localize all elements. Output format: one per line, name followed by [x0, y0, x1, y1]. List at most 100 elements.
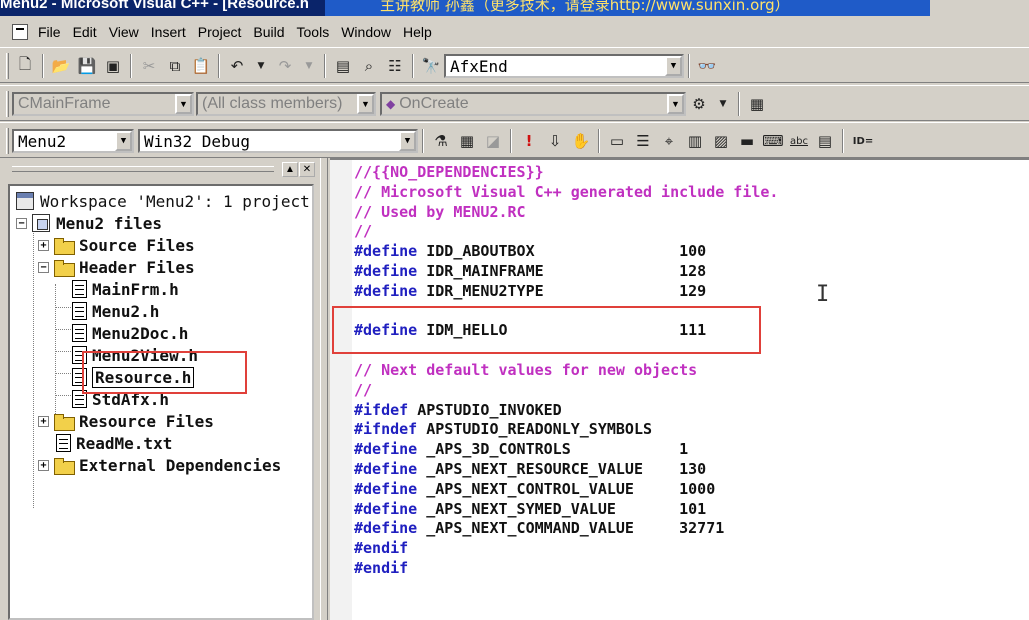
code-identifier: _APS_NEXT_CONTROL_VALUE: [426, 479, 634, 498]
chevron-down-icon[interactable]: ▼: [399, 131, 416, 151]
chevron-down-icon[interactable]: ▼: [667, 94, 684, 114]
undo-icon[interactable]: ↶: [224, 53, 250, 79]
compile-icon[interactable]: ⚗: [428, 128, 454, 154]
code-line: #define IDR_MENU2TYPE 129: [354, 282, 778, 302]
tree-header-files[interactable]: − Header Files: [38, 256, 195, 278]
chevron-down-icon[interactable]: ▼: [115, 131, 132, 151]
go-icon[interactable]: ⇩: [542, 128, 568, 154]
wizard-action-icon[interactable]: ⚙: [686, 91, 712, 117]
string-table-icon[interactable]: abc: [786, 128, 812, 154]
workspace-window-icon[interactable]: ▤: [330, 53, 356, 79]
tree-project[interactable]: − Menu2 files: [16, 212, 162, 234]
bitmap-editor-icon[interactable]: ▨: [708, 128, 734, 154]
output-window-icon[interactable]: ⌕: [356, 53, 382, 79]
workspace-pane-header: ▲ ✕: [0, 162, 318, 178]
filter-combo[interactable]: (All class members) ▼: [196, 92, 376, 116]
toolbar-grip[interactable]: [6, 91, 9, 117]
breakpoint-hand-icon[interactable]: ✋: [568, 128, 594, 154]
menu-edit[interactable]: Edit: [67, 19, 103, 45]
wizard-action-dropdown-icon[interactable]: ▼: [712, 91, 734, 117]
workspace-root-label: Workspace 'Menu2': 1 project(s): [40, 191, 314, 211]
tree-resource-files[interactable]: + Resource Files: [38, 410, 214, 432]
pane-splitter[interactable]: [320, 158, 328, 620]
chevron-down-icon[interactable]: ▼: [357, 94, 374, 114]
close-icon[interactable]: ✕: [299, 162, 315, 177]
redo-icon[interactable]: ↷: [272, 53, 298, 79]
member-combo[interactable]: ◆ OnCreate ▼: [380, 92, 686, 116]
window-title: Menu2 - Microsoft Visual C++ - [Resource…: [0, 0, 309, 12]
toolbar-editor-icon[interactable]: ▬: [734, 128, 760, 154]
find-combo[interactable]: AfxEnd ▼: [444, 54, 684, 78]
version-editor-icon[interactable]: ▤: [812, 128, 838, 154]
cursor-editor-icon[interactable]: ⌖: [656, 128, 682, 154]
save-all-icon[interactable]: ▣: [100, 53, 126, 79]
stop-build-icon[interactable]: ◪: [480, 128, 506, 154]
build-icon[interactable]: ▦: [454, 128, 480, 154]
menu-tools[interactable]: Tools: [291, 19, 336, 45]
paste-icon[interactable]: 📋: [188, 53, 214, 79]
undo-dropdown-icon[interactable]: ▼: [250, 53, 272, 79]
expand-icon[interactable]: +: [38, 239, 49, 251]
editor-gutter: [330, 160, 352, 620]
code-editor[interactable]: //{{NO_DEPENDENCIES}}// Microsoft Visual…: [330, 158, 1029, 620]
collapse-icon[interactable]: −: [38, 261, 49, 273]
menu-project[interactable]: Project: [192, 19, 248, 45]
cut-icon[interactable]: ✂: [136, 53, 162, 79]
code-line: #endif: [354, 559, 778, 579]
code-comment: // Microsoft Visual C++ generated includ…: [354, 182, 779, 201]
menu-insert[interactable]: Insert: [145, 19, 192, 45]
collapse-icon[interactable]: −: [16, 217, 27, 229]
pane-float-button[interactable]: ▲: [282, 162, 298, 177]
file-icon: [56, 434, 71, 452]
expand-icon[interactable]: +: [38, 459, 49, 471]
search-binoculars-icon[interactable]: 👓: [694, 53, 720, 79]
execute-icon[interactable]: !: [516, 128, 542, 154]
menu-build[interactable]: Build: [247, 19, 290, 45]
new-file-icon[interactable]: 🗋: [12, 53, 38, 79]
open-folder-icon[interactable]: 📂: [48, 53, 74, 79]
menu-view[interactable]: View: [103, 19, 145, 45]
pane-grip[interactable]: [12, 166, 274, 172]
tree-file-mainfrm[interactable]: MainFrm.h: [72, 278, 179, 300]
separator: [842, 129, 844, 153]
toolbar-grip[interactable]: [6, 53, 9, 79]
tree-file-menu2doc[interactable]: Menu2Doc.h: [72, 322, 188, 344]
code-value: 129: [679, 281, 707, 300]
file-icon: [72, 302, 87, 320]
menu-editor-icon[interactable]: ☰: [630, 128, 656, 154]
document-system-icon[interactable]: [12, 24, 28, 40]
menu-file[interactable]: File: [32, 19, 67, 45]
save-icon[interactable]: 💾: [74, 53, 100, 79]
menu-help[interactable]: Help: [397, 19, 438, 45]
menu-window[interactable]: Window: [335, 19, 397, 45]
code-line: //: [354, 381, 778, 401]
toolbar-grip[interactable]: [6, 128, 9, 154]
tree-source-files[interactable]: + Source Files: [38, 234, 195, 256]
code-keyword: #ifndef: [354, 420, 418, 439]
code-line: #define _APS_NEXT_RESOURCE_VALUE 130: [354, 460, 778, 480]
project-combo[interactable]: Menu2 ▼: [12, 129, 134, 153]
code-line: #define _APS_NEXT_SYMED_VALUE 101: [354, 500, 778, 520]
resource-symbols-icon[interactable]: ▦: [744, 91, 770, 117]
dialog-editor-icon[interactable]: ▭: [604, 128, 630, 154]
find-in-files-icon[interactable]: 🔭: [418, 53, 444, 79]
tree-file-menu2[interactable]: Menu2.h: [72, 300, 159, 322]
expand-icon[interactable]: +: [38, 415, 49, 427]
resource-id-button[interactable]: ID=: [848, 128, 878, 154]
chevron-down-icon[interactable]: ▼: [665, 56, 682, 76]
code-value: 100: [679, 242, 707, 261]
class-combo[interactable]: CMainFrame ▼: [12, 92, 194, 116]
copy-icon[interactable]: ⧉: [162, 53, 188, 79]
window-list-icon[interactable]: ☷: [382, 53, 408, 79]
code-keyword: #ifdef: [354, 400, 409, 419]
tree-external-dependencies[interactable]: + External Dependencies: [38, 454, 281, 476]
accelerator-editor-icon[interactable]: ⌨: [760, 128, 786, 154]
code-identifier: IDR_MAINFRAME: [426, 261, 544, 280]
configuration-combo[interactable]: Win32 Debug ▼: [138, 129, 418, 153]
tree-file-readme[interactable]: ReadMe.txt: [56, 432, 172, 454]
tree-workspace-root[interactable]: Workspace 'Menu2': 1 project(s): [16, 190, 314, 212]
chevron-down-icon[interactable]: ▼: [175, 94, 192, 114]
code-value: 101: [679, 499, 707, 518]
redo-dropdown-icon[interactable]: ▼: [298, 53, 320, 79]
icon-editor-icon[interactable]: ▥: [682, 128, 708, 154]
